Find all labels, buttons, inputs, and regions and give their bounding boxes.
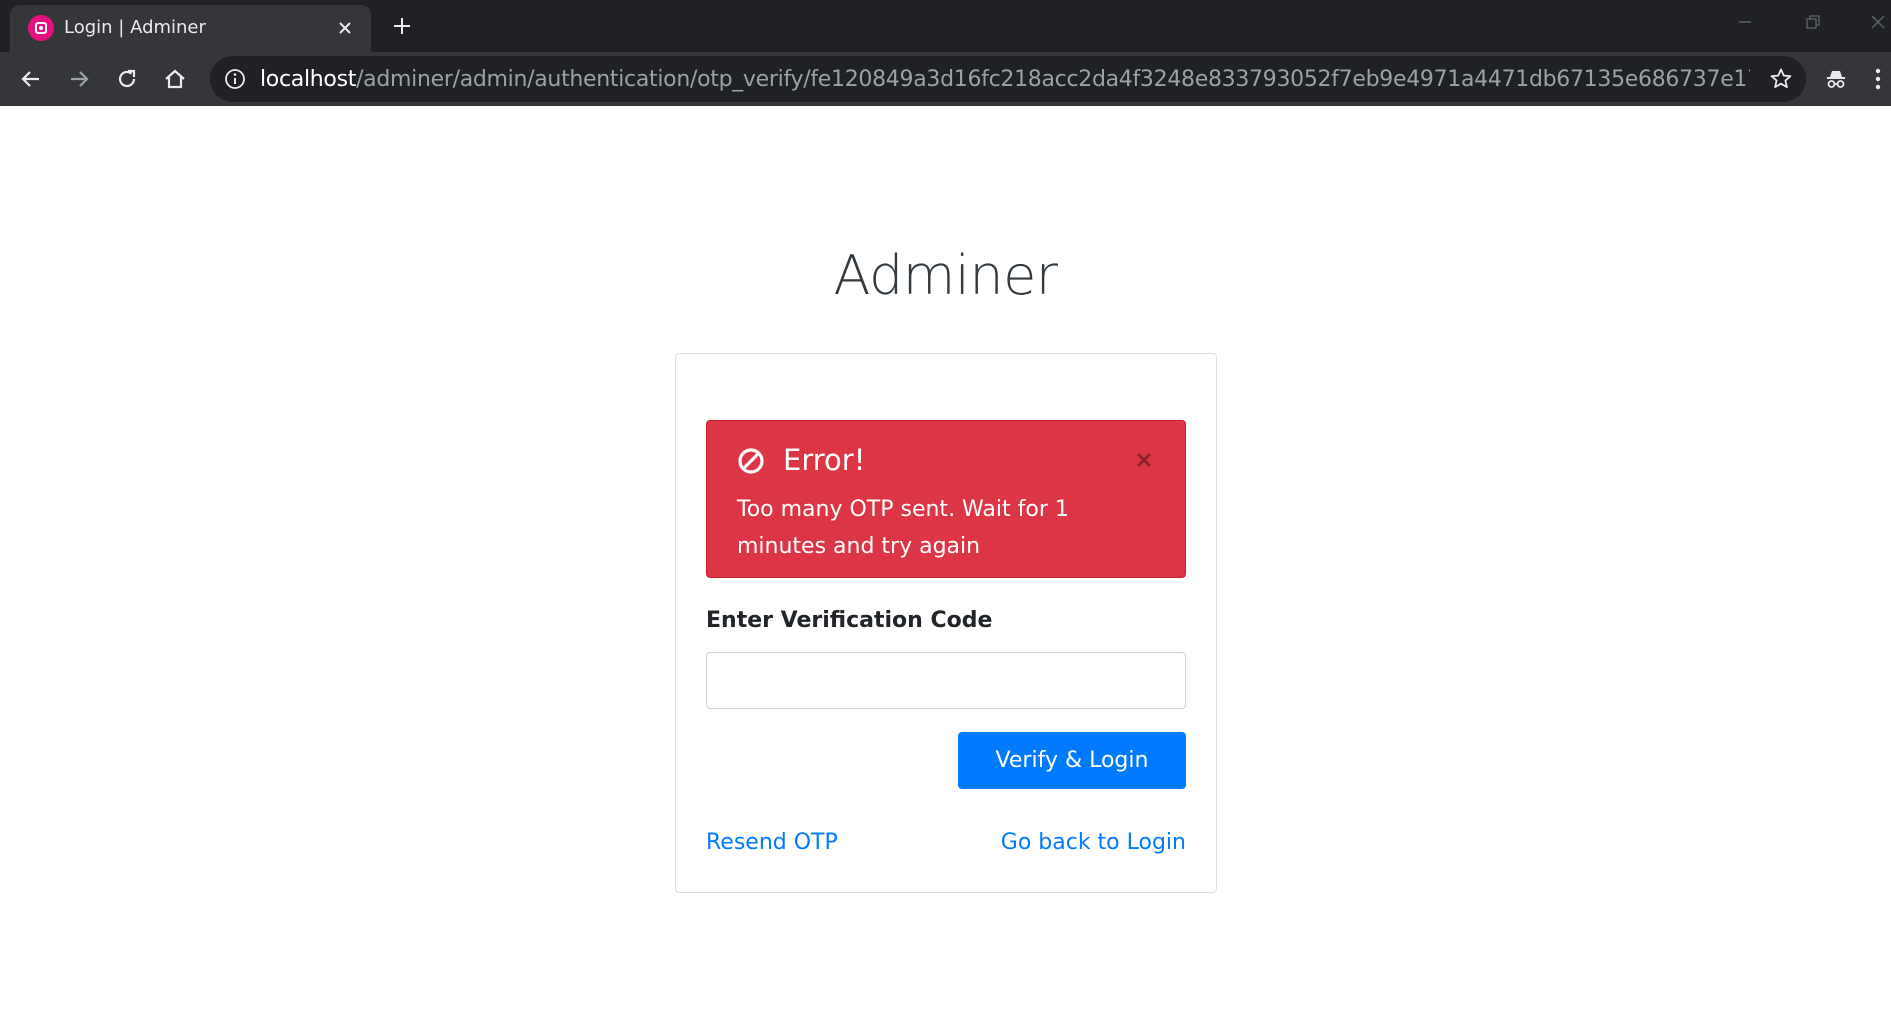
url-path: /adminer/admin/authentication/otp_verify… [356, 67, 1750, 92]
back-arrow-icon[interactable] [15, 63, 47, 95]
tab-close-icon[interactable] [335, 18, 355, 38]
address-bar[interactable]: localhost/adminer/admin/authentication/o… [210, 56, 1806, 102]
bookmark-star-icon[interactable] [1768, 66, 1794, 92]
close-window-icon[interactable] [1858, 8, 1891, 36]
page-title: Adminer [833, 244, 1058, 307]
resend-otp-link[interactable]: Resend OTP [706, 830, 838, 855]
verification-code-label: Enter Verification Code [706, 608, 993, 633]
back-to-login-link[interactable]: Go back to Login [1001, 830, 1186, 855]
ban-icon [737, 447, 765, 475]
browser-toolbar: localhost/adminer/admin/authentication/o… [0, 52, 1891, 106]
adminer-favicon-icon [28, 15, 54, 41]
restore-window-icon[interactable] [1793, 8, 1833, 36]
minimize-window-icon[interactable] [1725, 8, 1765, 36]
new-tab-icon[interactable] [388, 12, 416, 40]
alert-message: Too many OTP sent. Wait for 1 minutes an… [737, 497, 1069, 559]
otp-verify-card: Error! Too many OTP sent. Wait for 1 min… [675, 353, 1217, 893]
incognito-icon[interactable] [1820, 63, 1852, 95]
tab-title: Login | Adminer [64, 17, 206, 38]
forward-arrow-icon[interactable] [63, 63, 95, 95]
error-alert: Error! Too many OTP sent. Wait for 1 min… [706, 420, 1186, 578]
verify-login-button[interactable]: Verify & Login [958, 732, 1186, 789]
url-host: localhost [260, 67, 357, 92]
browser-tabstrip: Login | Adminer [0, 0, 1891, 52]
browser-tab-active[interactable]: Login | Adminer [10, 5, 371, 52]
alert-close-icon[interactable] [1133, 449, 1155, 471]
alert-title: Error! [783, 443, 866, 477]
site-info-icon[interactable] [224, 68, 246, 90]
browser-menu-icon[interactable] [1866, 63, 1890, 95]
address-url[interactable]: localhost/adminer/admin/authentication/o… [260, 67, 1750, 92]
verification-code-input[interactable] [706, 652, 1186, 709]
home-icon[interactable] [159, 63, 191, 95]
reload-icon[interactable] [111, 63, 143, 95]
